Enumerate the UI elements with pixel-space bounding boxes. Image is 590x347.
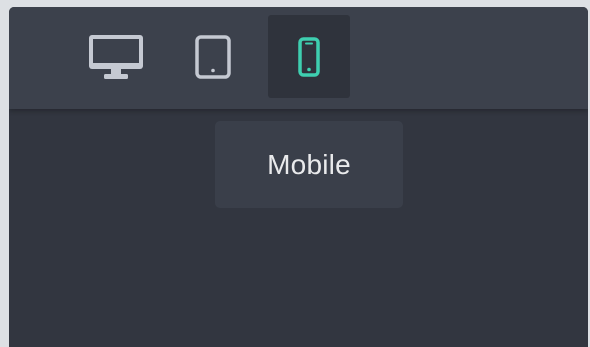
device-toolbar — [9, 7, 588, 109]
tablet-view-button[interactable] — [172, 15, 254, 98]
mobile-icon — [298, 36, 320, 77]
desktop-view-button[interactable] — [75, 15, 157, 98]
tablet-icon — [195, 34, 231, 79]
mobile-tooltip: Mobile — [215, 121, 403, 208]
mobile-view-button[interactable] — [268, 15, 350, 98]
desktop-icon — [87, 33, 145, 81]
tooltip-label: Mobile — [267, 148, 351, 180]
preview-panel: Mobile — [9, 7, 588, 347]
